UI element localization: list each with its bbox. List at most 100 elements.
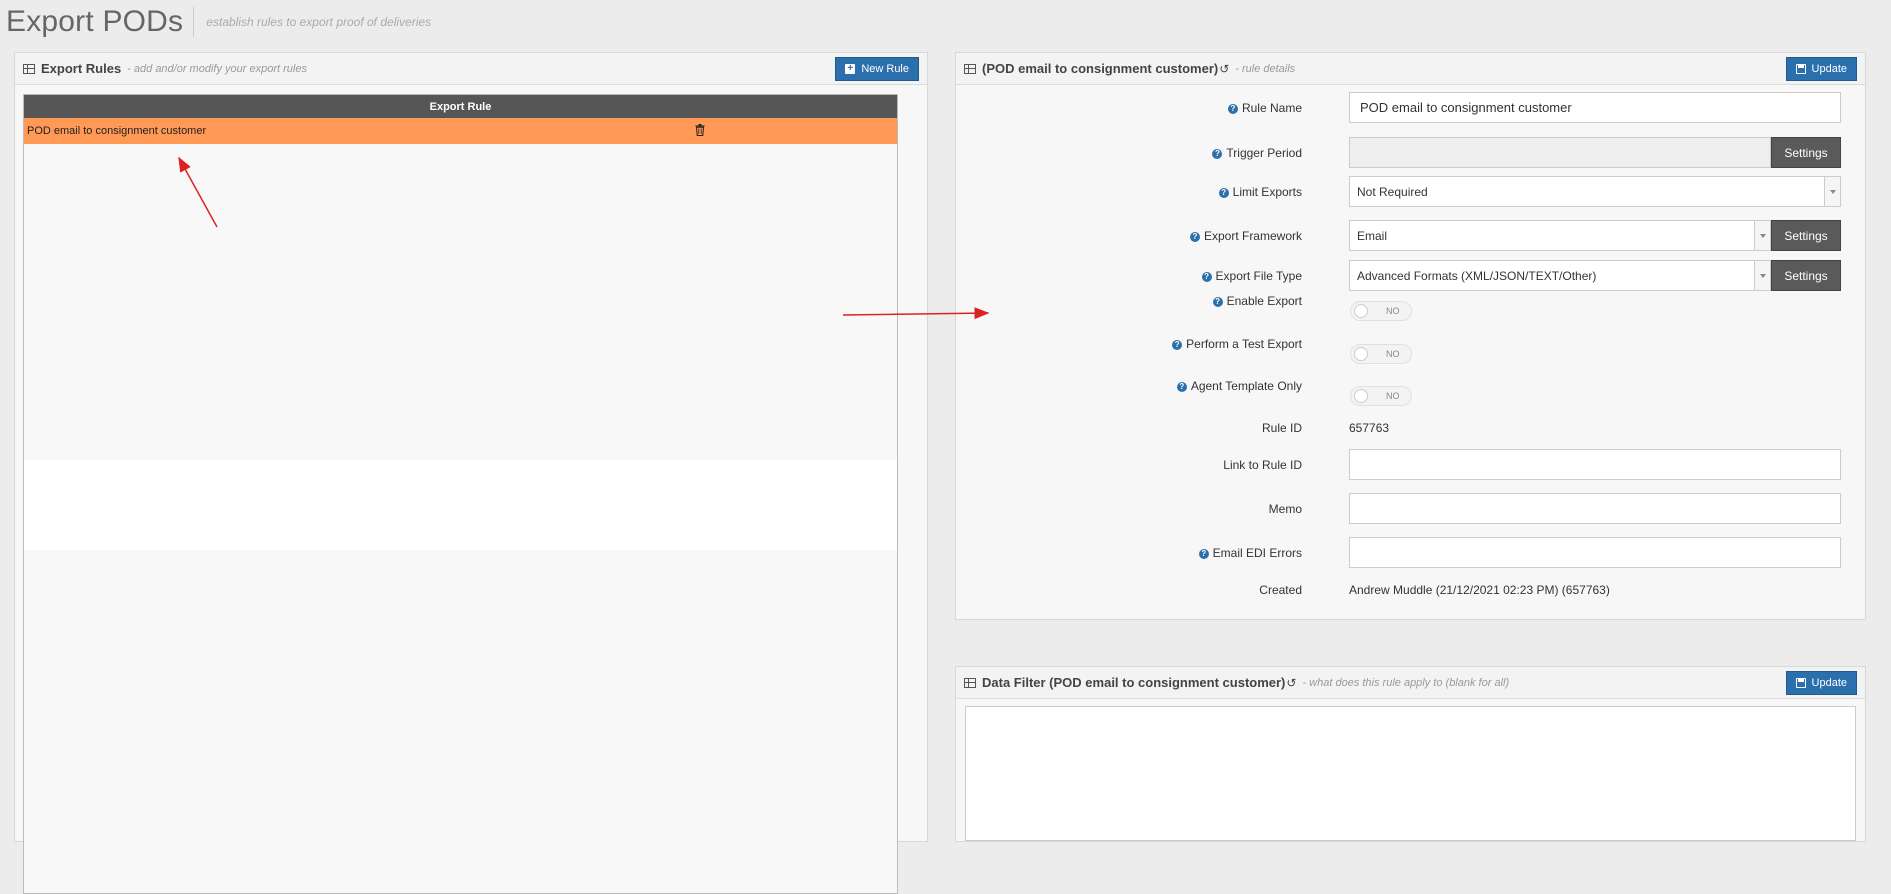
export-rules-panel-header: Export Rules - add and/or modify your ex…: [15, 53, 927, 85]
rule-id-value: 657763: [1349, 421, 1390, 435]
link-rule-id-input[interactable]: [1349, 449, 1841, 480]
help-icon[interactable]: ?: [1218, 187, 1229, 198]
export-file-type-select[interactable]: Advanced Formats (XML/JSON/TEXT/Other): [1349, 260, 1771, 291]
export-file-type-row: ? Export File Type Advanced Formats (XML/…: [956, 260, 1865, 291]
table-icon: [23, 63, 35, 74]
link-rule-id-row: Link to Rule ID: [956, 449, 1865, 480]
page-title: Export PODs: [6, 5, 184, 38]
new-rule-label: New Rule: [861, 63, 909, 75]
table-header-export-rule: Export Rule: [24, 95, 897, 118]
rule-id-row: Rule ID 657763: [956, 418, 1865, 438]
trigger-period-label: ? Trigger Period: [956, 146, 1324, 160]
memo-input[interactable]: [1349, 493, 1841, 524]
data-filter-title: Data Filter (POD email to consignment cu…: [982, 675, 1286, 690]
export-rules-title: Export Rules: [41, 61, 122, 76]
limit-exports-value: Not Required: [1357, 184, 1428, 199]
rule-details-panel-header: (POD email to consignment customer) ↺ - …: [956, 53, 1865, 85]
rule-details-panel: (POD email to consignment customer) ↺ - …: [955, 52, 1866, 620]
export-framework-select[interactable]: Email: [1349, 220, 1771, 251]
trash-icon[interactable]: [695, 124, 705, 136]
history-icon[interactable]: ↺: [1286, 676, 1296, 690]
rule-name-cell: POD email to consignment customer: [27, 125, 207, 137]
table-icon: [964, 63, 976, 74]
new-rule-button[interactable]: + New Rule: [835, 57, 919, 81]
header-divider: [193, 7, 195, 37]
test-export-row: ? Perform a Test Export NO: [956, 337, 1865, 364]
data-filter-panel-header: Data Filter (POD email to consignment cu…: [956, 667, 1865, 699]
trigger-period-settings-button[interactable]: Settings: [1771, 137, 1841, 168]
toggle-knob: [1354, 304, 1368, 318]
update-label: Update: [1811, 63, 1847, 75]
chevron-down-icon: [1824, 177, 1840, 206]
email-edi-errors-row: ? Email EDI Errors: [956, 537, 1865, 568]
toggle-state: NO: [1386, 306, 1400, 316]
toggle-knob: [1354, 347, 1368, 361]
help-icon[interactable]: ?: [1189, 231, 1200, 242]
toggle-state: NO: [1386, 349, 1400, 359]
rule-details-subtitle: - rule details: [1235, 62, 1296, 75]
limit-exports-label: ? Limit Exports: [956, 185, 1324, 199]
help-icon[interactable]: ?: [1212, 297, 1223, 307]
data-filter-subtitle: - what does this rule apply to (blank fo…: [1302, 676, 1510, 689]
agent-template-toggle[interactable]: NO: [1350, 386, 1412, 406]
export-rules-panel: Export Rules - add and/or modify your ex…: [14, 52, 928, 894]
help-icon[interactable]: ?: [1201, 271, 1212, 282]
table-row[interactable]: POD email to consignment customer: [24, 118, 897, 144]
rule-name-input[interactable]: POD email to consignment customer: [1349, 92, 1841, 123]
rule-id-label: Rule ID: [1261, 421, 1302, 435]
help-icon[interactable]: ?: [1176, 382, 1187, 392]
help-icon[interactable]: ?: [1172, 340, 1183, 350]
help-icon[interactable]: ?: [1212, 148, 1223, 159]
help-icon[interactable]: ?: [1227, 103, 1238, 114]
agent-template-label: ? Agent Template Only: [956, 379, 1324, 393]
export-framework-settings-button[interactable]: Settings: [1771, 220, 1841, 251]
update-details-button[interactable]: Update: [1785, 57, 1857, 81]
page-header: Export PODs establish rules to export pr…: [6, 4, 431, 40]
history-icon[interactable]: ↺: [1219, 62, 1229, 76]
email-edi-errors-label: ? Email EDI Errors: [956, 546, 1324, 560]
save-icon: [1795, 64, 1806, 74]
export-rules-subtitle: - add and/or modify your export rules: [127, 62, 307, 75]
toggle-knob: [1354, 389, 1368, 403]
update-filter-button[interactable]: Update: [1785, 671, 1857, 695]
memo-row: Memo: [956, 493, 1865, 524]
export-file-type-value: Advanced Formats (XML/JSON/TEXT/Other): [1357, 268, 1597, 283]
trigger-period-input: [1349, 137, 1771, 168]
rule-details-title: (POD email to consignment customer): [982, 61, 1219, 76]
rule-name-row: ? Rule Name POD email to consignment cust…: [956, 92, 1865, 123]
export-framework-row: ? Export Framework Email Settings: [956, 220, 1865, 251]
limit-exports-row: ? Limit Exports Not Required: [956, 176, 1865, 207]
export-file-type-label: ? Export File Type: [956, 269, 1324, 283]
chevron-down-icon: [1754, 261, 1770, 290]
chevron-down-icon: [1754, 221, 1770, 250]
agent-template-row: ? Agent Template Only NO: [956, 379, 1865, 406]
enable-export-label: ? Enable Export: [956, 294, 1324, 308]
rule-name-label: ? Rule Name: [956, 101, 1324, 115]
created-value: Andrew Muddle (21/12/2021 02:23 PM) (657…: [1349, 583, 1610, 597]
help-icon[interactable]: ?: [1198, 548, 1209, 559]
limit-exports-select[interactable]: Not Required: [1349, 176, 1841, 207]
memo-label: Memo: [1268, 501, 1302, 516]
page-subtitle: establish rules to export proof of deliv…: [206, 15, 432, 29]
save-icon: [1795, 678, 1806, 688]
data-filter-panel: Data Filter (POD email to consignment cu…: [955, 666, 1866, 842]
enable-export-toggle[interactable]: NO: [1350, 301, 1412, 321]
export-rules-table: Export Rule POD email to consignment cus…: [23, 94, 898, 894]
table-icon: [964, 677, 976, 688]
data-filter-editor[interactable]: [965, 706, 1856, 841]
enable-export-row: ? Enable Export NO: [956, 294, 1865, 321]
table-empty-area: [24, 460, 897, 550]
test-export-toggle[interactable]: NO: [1350, 344, 1412, 364]
update-label: Update: [1811, 677, 1847, 689]
email-edi-errors-input[interactable]: [1349, 537, 1841, 568]
export-framework-label: ? Export Framework: [956, 229, 1324, 243]
link-rule-id-label: Link to Rule ID: [1223, 457, 1302, 472]
created-label: Created: [1259, 583, 1302, 597]
export-framework-value: Email: [1357, 228, 1388, 243]
created-row: Created Andrew Muddle (21/12/2021 02:23 …: [956, 580, 1865, 600]
test-export-label: ? Perform a Test Export: [956, 337, 1324, 351]
plus-icon: +: [845, 64, 856, 74]
trigger-period-row: ? Trigger Period Settings: [956, 137, 1865, 168]
export-file-type-settings-button[interactable]: Settings: [1771, 260, 1841, 291]
toggle-state: NO: [1386, 391, 1400, 401]
